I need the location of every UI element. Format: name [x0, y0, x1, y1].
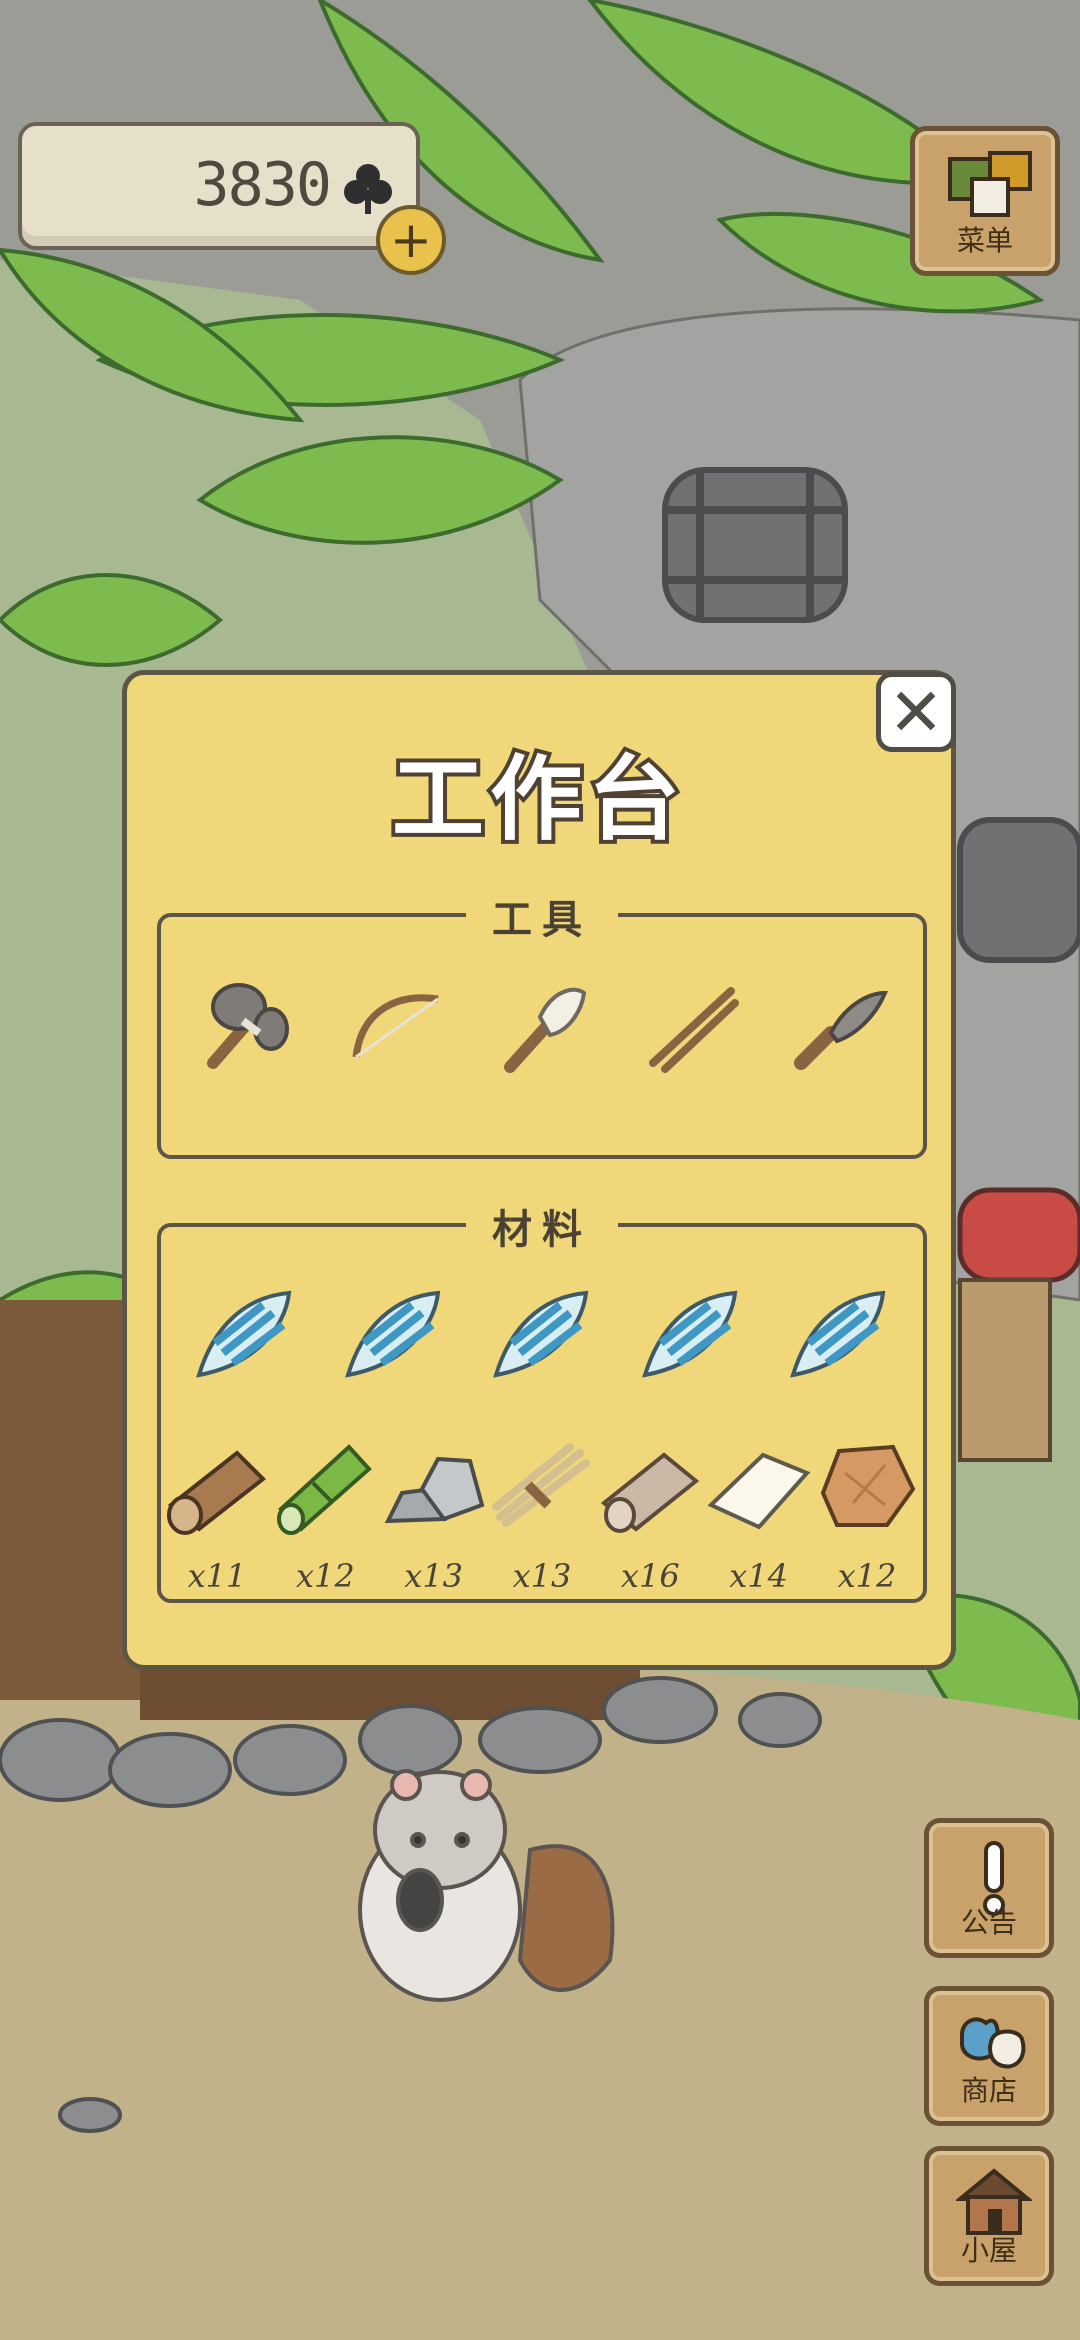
material-quantity: x12 — [837, 1557, 897, 1595]
paper-icon — [707, 1452, 811, 1530]
close-button[interactable]: ✕ — [876, 672, 956, 752]
bow-icon — [352, 994, 439, 1059]
close-icon: ✕ — [888, 674, 944, 751]
knife-icon — [794, 990, 889, 1070]
menu-icon — [948, 151, 1032, 217]
shop-button[interactable]: 商店 — [924, 1986, 1054, 2126]
stones-icon — [384, 1456, 485, 1524]
material-shell[interactable] — [328, 1269, 460, 1401]
tool-knife[interactable] — [773, 967, 905, 1099]
material-paper[interactable]: x14 — [707, 1423, 811, 1595]
plus-icon: + — [390, 211, 432, 269]
tool-stone-hammer[interactable] — [179, 967, 311, 1099]
material-quantity: x11 — [187, 1557, 247, 1595]
tools-section-title: 工具 — [466, 887, 618, 945]
cloth-roll-icon — [601, 1452, 700, 1533]
add-currency-button[interactable]: + — [376, 205, 446, 275]
material-quantity: x16 — [620, 1557, 680, 1595]
tools-section: 工具 — [157, 887, 927, 1159]
material-shell[interactable] — [773, 1269, 905, 1401]
materials-section-title: 材料 — [466, 1197, 618, 1255]
material-shell[interactable] — [625, 1269, 757, 1401]
shell-icon — [196, 1290, 292, 1378]
material-cloth-roll[interactable]: x16 — [598, 1423, 702, 1595]
straw-bundle-icon — [491, 1443, 590, 1527]
material-quantity: x13 — [512, 1557, 572, 1595]
clover-icon — [344, 164, 392, 214]
material-shell[interactable] — [476, 1269, 608, 1401]
currency-display: 3830 — [18, 122, 420, 250]
material-wood-log[interactable]: x11 — [165, 1423, 269, 1595]
workbench-dialog: 工作台 工具 材料 x11 x12 x13 x13 x16 x14 x12 — [122, 670, 956, 1670]
material-bamboo[interactable]: x12 — [273, 1423, 377, 1595]
bamboo-icon — [277, 1444, 373, 1535]
materials-section: 材料 x11 x12 x13 x13 x16 x14 x12 — [157, 1197, 927, 1603]
material-quantity: x14 — [729, 1557, 789, 1595]
material-leather[interactable]: x12 — [815, 1423, 919, 1595]
shell-icon — [641, 1290, 737, 1378]
shell-icon — [790, 1290, 886, 1378]
dialog-title: 工作台 — [388, 742, 686, 857]
material-shell[interactable] — [179, 1269, 311, 1401]
menu-button[interactable]: 菜单 — [910, 126, 1060, 276]
shell-icon — [344, 1290, 440, 1378]
notice-label: 公告 — [960, 1906, 1017, 1939]
feather-brush-icon — [504, 987, 587, 1073]
notice-button[interactable]: 公告 — [924, 1818, 1054, 1958]
material-straw-bundle[interactable]: x13 — [490, 1423, 594, 1595]
menu-label: 菜单 — [956, 224, 1013, 257]
house-button[interactable]: 小屋 — [924, 2146, 1054, 2286]
tool-chopsticks[interactable] — [625, 967, 757, 1099]
chopsticks-icon — [648, 987, 739, 1073]
shell-icon — [493, 1290, 589, 1378]
tool-bow[interactable] — [328, 967, 460, 1099]
stone-hammer-icon — [207, 983, 289, 1069]
clover-count: 3830 — [193, 150, 332, 220]
material-stones[interactable]: x13 — [382, 1423, 486, 1595]
shop-label: 商店 — [960, 2074, 1017, 2107]
tool-feather-brush[interactable] — [476, 967, 608, 1099]
house-label: 小屋 — [960, 2234, 1017, 2267]
material-quantity: x13 — [404, 1557, 464, 1595]
wood-log-icon — [167, 1450, 267, 1535]
leather-icon — [820, 1444, 916, 1527]
material-quantity: x12 — [295, 1557, 355, 1595]
